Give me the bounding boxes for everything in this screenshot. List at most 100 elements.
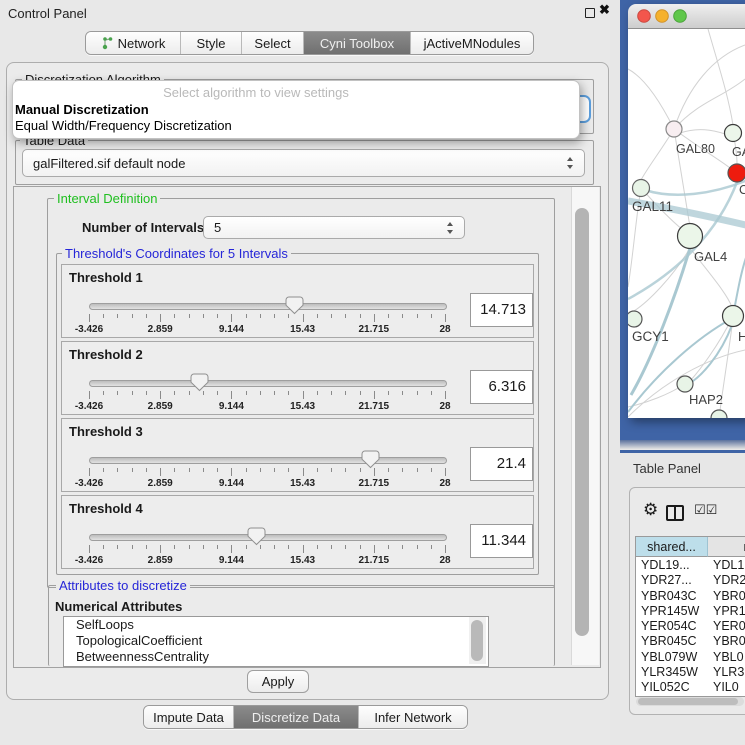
node-table: shared... na YDL19...YDL1 YDR27...YDR2 Y… bbox=[635, 536, 745, 697]
tick-mark bbox=[417, 391, 418, 395]
slider-track[interactable] bbox=[89, 380, 447, 387]
tab-label: Select bbox=[254, 36, 290, 51]
slider-track[interactable] bbox=[89, 534, 447, 541]
tab-cyni-toolbox[interactable]: Cyni Toolbox bbox=[303, 32, 410, 54]
zoom-traffic-icon[interactable] bbox=[674, 10, 687, 23]
attributes-list[interactable]: SelfLoops TopologicalCoefficient Between… bbox=[63, 616, 489, 667]
network-frame-shadow bbox=[620, 440, 745, 449]
threshold-block-4: Threshold 4 -3.426 2.859 9.144 15.43 21.… bbox=[61, 495, 534, 569]
slider-thumb[interactable] bbox=[361, 450, 380, 469]
tab-impute-data[interactable]: Impute Data bbox=[144, 706, 233, 728]
attributes-group-label: Attributes to discretize bbox=[56, 578, 190, 593]
threshold-value-field[interactable]: 11.344 bbox=[470, 524, 533, 558]
node-gcy1[interactable] bbox=[628, 311, 642, 327]
tick-mark bbox=[360, 468, 361, 472]
tick-mark bbox=[189, 314, 190, 318]
tick-mark bbox=[260, 391, 261, 395]
list-item[interactable]: SelfLoops bbox=[64, 617, 488, 633]
dropdown-option-equal-width[interactable]: Equal Width/Frequency Discretization bbox=[15, 118, 232, 133]
tab-style[interactable]: Style bbox=[180, 32, 241, 54]
table-row[interactable]: YBR043CYBR0 bbox=[636, 589, 745, 604]
table-hscrollbar[interactable] bbox=[636, 697, 744, 706]
column-header-name[interactable]: na bbox=[708, 537, 745, 557]
split-columns-icon[interactable] bbox=[666, 505, 684, 521]
tick-mark bbox=[117, 545, 118, 549]
tick-mark bbox=[288, 314, 289, 318]
table-row[interactable]: YLR345WYLR3 bbox=[636, 665, 745, 680]
stepper-arrows-icon bbox=[566, 157, 575, 169]
close-icon[interactable]: ✖ bbox=[599, 2, 610, 18]
top-tab-bar: Network Style Select Cyni Toolbox jActiv… bbox=[85, 31, 534, 55]
tick-mark bbox=[132, 391, 133, 395]
number-of-intervals-label: Number of Intervals bbox=[82, 220, 204, 235]
table-row[interactable]: YER054CYER0 bbox=[636, 619, 745, 634]
scrollbar-thumb[interactable] bbox=[575, 208, 589, 636]
tab-jactivemnodules[interactable]: jActiveMNodules bbox=[410, 32, 533, 54]
threshold-value-field[interactable]: 6.316 bbox=[470, 370, 533, 404]
node-hap2[interactable] bbox=[677, 376, 693, 392]
node-red-selected[interactable] bbox=[728, 164, 745, 182]
tick-mark bbox=[345, 314, 346, 318]
minimize-traffic-icon[interactable] bbox=[656, 10, 669, 23]
table-row[interactable]: YBR045CYBR0 bbox=[636, 634, 745, 649]
tick-mark bbox=[160, 468, 161, 476]
slider-thumb[interactable] bbox=[285, 296, 304, 315]
node-gal80[interactable] bbox=[666, 121, 682, 137]
tick-mark bbox=[388, 545, 389, 549]
table-hscrollbar-thumb[interactable] bbox=[638, 698, 738, 705]
network-window-titlebar[interactable] bbox=[628, 4, 745, 29]
tick-mark bbox=[288, 545, 289, 549]
slider-ticks bbox=[89, 468, 445, 477]
slider-track[interactable] bbox=[89, 457, 447, 464]
table-row[interactable]: YDR27...YDR2 bbox=[636, 573, 745, 588]
threshold-value-field[interactable]: 21.4 bbox=[470, 447, 533, 481]
table-row[interactable]: YDL19...YDL1 bbox=[636, 558, 745, 573]
node-h[interactable] bbox=[723, 306, 744, 327]
slider-track[interactable] bbox=[89, 303, 447, 310]
node-bottom[interactable] bbox=[711, 410, 727, 418]
close-traffic-icon[interactable] bbox=[638, 10, 651, 23]
node-gal11[interactable] bbox=[633, 180, 650, 197]
panel-title: Control Panel bbox=[8, 6, 87, 21]
tick-mark bbox=[303, 545, 304, 553]
tick-mark bbox=[288, 468, 289, 472]
number-of-intervals-combo[interactable]: 5 bbox=[203, 216, 465, 239]
column-header-shared-name[interactable]: shared... bbox=[636, 537, 708, 557]
select-columns-icon[interactable]: ☑☑ bbox=[694, 503, 717, 518]
tab-discretize-data[interactable]: Discretize Data bbox=[233, 706, 358, 728]
node-ga[interactable] bbox=[725, 125, 742, 142]
svg-text:C: C bbox=[739, 183, 745, 197]
apply-button[interactable]: Apply bbox=[247, 670, 309, 693]
gear-icon[interactable]: ⚙ bbox=[643, 501, 658, 518]
list-scrollbar-thumb[interactable] bbox=[471, 620, 483, 661]
tick-mark bbox=[189, 545, 190, 549]
tab-select[interactable]: Select bbox=[241, 32, 303, 54]
tick-mark bbox=[132, 468, 133, 472]
node-gal4[interactable] bbox=[678, 224, 703, 249]
tick-mark bbox=[231, 468, 232, 476]
table-row[interactable]: YPR145WYPR1 bbox=[636, 604, 745, 619]
pane-divider[interactable] bbox=[620, 450, 745, 453]
threshold-title: Threshold 1 bbox=[69, 270, 143, 285]
table-row[interactable]: YBL079WYBL0 bbox=[636, 650, 745, 665]
tab-network[interactable]: Network bbox=[86, 32, 180, 54]
slider-thumb[interactable] bbox=[190, 373, 209, 392]
tick-mark bbox=[345, 391, 346, 395]
table-row[interactable]: YIL052CYIL0 bbox=[636, 680, 745, 695]
network-canvas[interactable]: GAL80 GA C GAL11 GAL4 GCY1 H HAP2 bbox=[628, 29, 745, 418]
slider-thumb[interactable] bbox=[247, 527, 266, 546]
list-item[interactable]: BetweennessCentrality bbox=[64, 649, 488, 665]
float-window-icon[interactable] bbox=[585, 8, 595, 18]
tick-mark bbox=[203, 314, 204, 318]
tick-mark bbox=[345, 468, 346, 472]
tick-mark bbox=[402, 545, 403, 549]
tick-mark bbox=[117, 314, 118, 318]
list-item[interactable]: TopologicalCoefficient bbox=[64, 633, 488, 649]
tab-infer-network[interactable]: Infer Network bbox=[358, 706, 467, 728]
tab-label: Cyni Toolbox bbox=[320, 36, 394, 51]
tick-mark bbox=[217, 468, 218, 472]
tick-mark bbox=[260, 468, 261, 472]
threshold-value-field[interactable]: 14.713 bbox=[470, 293, 533, 327]
table-data-combo[interactable]: galFiltered.sif default node bbox=[22, 149, 585, 177]
dropdown-option-manual[interactable]: Manual Discretization bbox=[15, 102, 149, 117]
